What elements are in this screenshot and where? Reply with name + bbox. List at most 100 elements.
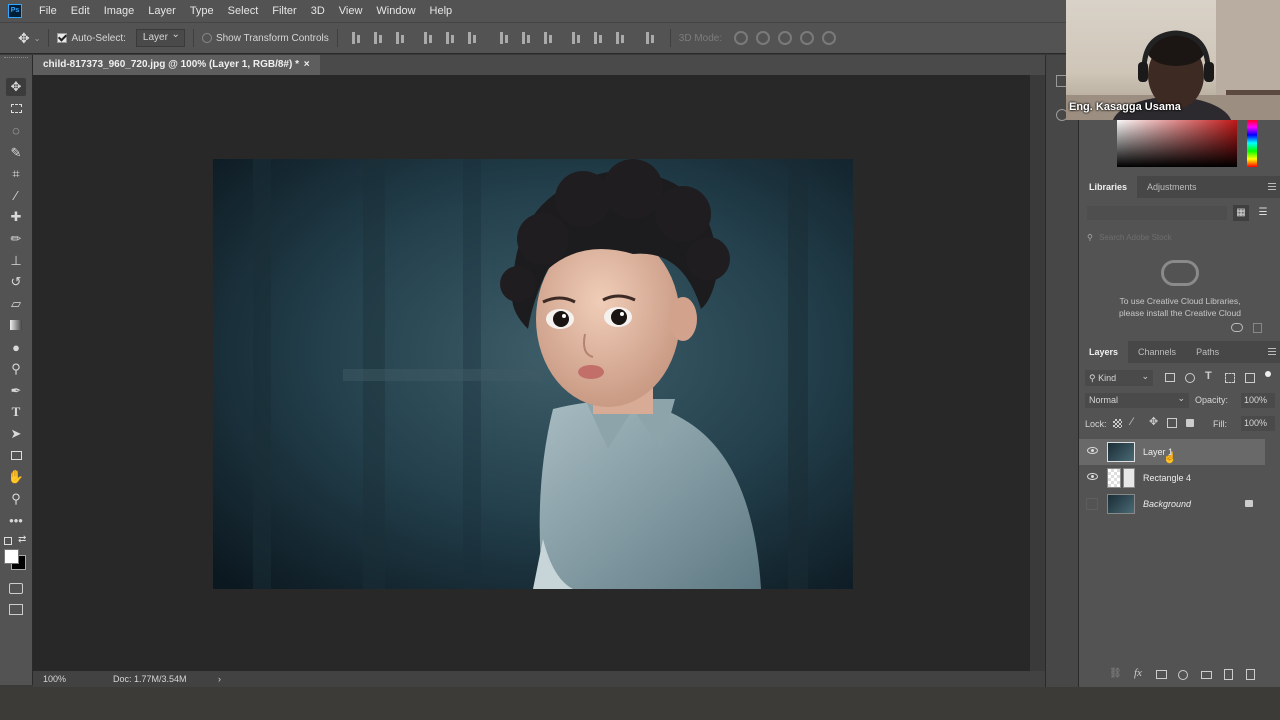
show-transform-controls-checkbox[interactable]: [201, 33, 212, 43]
auto-select-target-dropdown[interactable]: Layer: [135, 27, 185, 47]
align-bottom-icon[interactable]: [394, 32, 408, 44]
color-field[interactable]: [1117, 119, 1237, 167]
3d-scale-icon[interactable]: [822, 31, 837, 45]
tab-libraries[interactable]: Libraries: [1079, 176, 1138, 198]
eyedropper-tool-icon[interactable]: ⁄: [6, 187, 26, 205]
foreground-color-swatch[interactable]: [4, 549, 19, 564]
menu-type[interactable]: Type: [183, 5, 221, 17]
filter-shape-layers-icon[interactable]: [1225, 373, 1235, 383]
tab-paths[interactable]: Paths: [1186, 341, 1229, 363]
toolbar-grip[interactable]: [4, 57, 28, 60]
visibility-toggle-empty[interactable]: [1086, 498, 1098, 510]
menu-3d[interactable]: 3D: [304, 5, 332, 17]
default-colors-icon[interactable]: [4, 537, 12, 545]
move-tool-icon[interactable]: ✥: [6, 78, 26, 96]
menu-view[interactable]: View: [332, 5, 370, 17]
visibility-eye-icon[interactable]: [1087, 473, 1098, 480]
filter-smart-objects-icon[interactable]: [1245, 373, 1255, 383]
add-mask-icon[interactable]: [1156, 670, 1167, 679]
menu-file[interactable]: File: [32, 5, 64, 17]
menu-filter[interactable]: Filter: [265, 5, 303, 17]
brush-tool-icon[interactable]: ✏: [6, 230, 26, 248]
new-layer-icon[interactable]: [1224, 669, 1233, 680]
layer-name[interactable]: Rectangle 4: [1143, 465, 1191, 491]
hand-tool-icon[interactable]: ✋: [6, 468, 26, 486]
auto-select-checkbox[interactable]: [57, 33, 68, 43]
lock-artboard-icon[interactable]: [1167, 418, 1177, 428]
new-group-icon[interactable]: [1201, 671, 1212, 679]
layer-name[interactable]: Background: [1143, 491, 1191, 517]
distribute-horizontal-center-icon[interactable]: [592, 32, 606, 44]
3d-slide-icon[interactable]: [800, 31, 815, 45]
distribute-left-icon[interactable]: [570, 32, 584, 44]
move-tool-preset-icon[interactable]: ✥: [18, 30, 30, 47]
screen-mode-icon[interactable]: [9, 604, 23, 615]
libraries-panel-menu-icon[interactable]: [1268, 183, 1276, 190]
menu-layer[interactable]: Layer: [141, 5, 183, 17]
visibility-eye-icon[interactable]: [1087, 447, 1098, 454]
layer-style-fx-icon[interactable]: fx: [1134, 667, 1142, 679]
type-tool-icon[interactable]: T: [6, 403, 26, 421]
align-right-icon[interactable]: [466, 32, 480, 44]
blur-tool-icon[interactable]: ●: [6, 339, 26, 357]
library-selector-dropdown[interactable]: [1087, 206, 1227, 220]
layer-row-background[interactable]: Background: [1079, 491, 1265, 517]
layer-filter-kind-dropdown[interactable]: ⚲ Kind ⌄: [1085, 370, 1153, 386]
grid-view-icon[interactable]: ▦: [1233, 205, 1249, 221]
layers-panel-menu-icon[interactable]: [1268, 348, 1276, 355]
lock-transparent-pixels-icon[interactable]: [1113, 419, 1122, 428]
new-adjustment-layer-icon[interactable]: [1178, 670, 1188, 680]
layer-row-layer-1[interactable]: Layer 1 ☝: [1079, 439, 1265, 465]
creative-cloud-sync-icon[interactable]: [1231, 323, 1243, 332]
status-menu-arrow-icon[interactable]: ›: [218, 671, 221, 687]
zoom-level[interactable]: 100%: [43, 671, 66, 687]
filter-toggle-icon[interactable]: [1265, 371, 1271, 377]
quick-mask-icon[interactable]: [9, 583, 23, 594]
preset-dropdown-chevron-icon[interactable]: ⌄: [34, 34, 41, 43]
dodge-tool-icon[interactable]: ⚲: [6, 360, 26, 378]
distribute-bottom-icon[interactable]: [542, 32, 556, 44]
filter-adjustment-layers-icon[interactable]: [1185, 373, 1195, 383]
blend-mode-dropdown[interactable]: Normal ⌄: [1085, 393, 1189, 408]
align-top-icon[interactable]: [350, 32, 364, 44]
delete-layer-icon[interactable]: [1246, 669, 1255, 680]
hue-slider[interactable]: [1247, 119, 1257, 167]
lasso-tool-icon[interactable]: ◌: [6, 122, 26, 140]
align-left-icon[interactable]: [422, 32, 436, 44]
3d-roll-icon[interactable]: [756, 31, 771, 45]
distribute-right-icon[interactable]: [614, 32, 628, 44]
stock-search-input[interactable]: ⚲ Search Adobe Stock: [1087, 231, 1273, 245]
library-delete-icon[interactable]: [1253, 323, 1262, 333]
pen-tool-icon[interactable]: ✒: [6, 382, 26, 400]
menu-help[interactable]: Help: [423, 5, 460, 17]
list-view-icon[interactable]: ☰: [1255, 205, 1271, 221]
swap-colors-icon[interactable]: ⇄: [18, 534, 26, 545]
3d-orbit-icon[interactable]: [734, 31, 749, 45]
document-tab[interactable]: child-817373_960_720.jpg @ 100% (Layer 1…: [33, 55, 320, 75]
auto-align-layers-icon[interactable]: [644, 32, 658, 44]
tab-adjustments[interactable]: Adjustments: [1137, 176, 1207, 198]
3d-drag-icon[interactable]: [778, 31, 793, 45]
tab-layers[interactable]: Layers: [1079, 341, 1129, 363]
layer-row-rectangle-4[interactable]: Rectangle 4: [1079, 465, 1265, 491]
quick-selection-tool-icon[interactable]: ✎: [6, 144, 26, 162]
close-document-icon[interactable]: ×: [304, 59, 310, 70]
rectangle-tool-icon[interactable]: [6, 447, 26, 465]
menu-edit[interactable]: Edit: [64, 5, 97, 17]
filter-type-layers-icon[interactable]: T: [1205, 370, 1212, 382]
opacity-input[interactable]: 100%: [1241, 393, 1275, 408]
lock-all-icon[interactable]: [1186, 419, 1194, 427]
fill-input[interactable]: 100%: [1241, 416, 1275, 431]
zoom-tool-icon[interactable]: ⚲: [6, 490, 26, 508]
menu-image[interactable]: Image: [97, 5, 142, 17]
link-layers-icon[interactable]: ⛓: [1109, 668, 1122, 679]
menu-select[interactable]: Select: [221, 5, 266, 17]
align-horizontal-center-icon[interactable]: [444, 32, 458, 44]
path-selection-tool-icon[interactable]: ➤: [6, 425, 26, 443]
distribute-top-icon[interactable]: [498, 32, 512, 44]
clone-stamp-tool-icon[interactable]: ⊥: [6, 252, 26, 270]
menu-window[interactable]: Window: [369, 5, 422, 17]
gradient-tool-icon[interactable]: [6, 317, 26, 335]
more-tools-icon[interactable]: •••: [6, 512, 26, 530]
history-brush-tool-icon[interactable]: ↺: [6, 273, 26, 291]
